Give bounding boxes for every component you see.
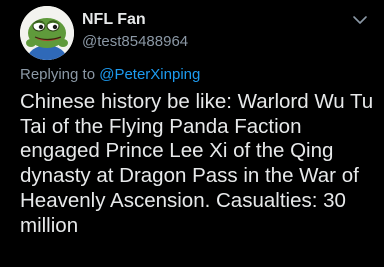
- reply-context-prefix: Replying to: [20, 66, 96, 83]
- tweet-text-line: Chinese history be like: Warlord Wu Tu: [20, 90, 374, 113]
- user-avatar[interactable]: [20, 6, 74, 60]
- tweet-text-line: million: [20, 213, 79, 237]
- reply-mention-link[interactable]: @PeterXinping: [99, 66, 200, 83]
- tweet-text: Chinese history be like: Warlord Wu Tu T…: [20, 90, 380, 238]
- tweet-text-line: engaged Prince Lee Xi of the Qing: [20, 139, 334, 163]
- pepe-frog-avatar-icon: [20, 6, 74, 60]
- tweet-text-line: dynasty at Dragon Pass in the War of: [20, 164, 359, 188]
- tweet-card: NFL Fan @test85488964 Replying to @Peter…: [0, 0, 384, 267]
- chevron-down-icon: [353, 16, 367, 24]
- more-options-button[interactable]: [350, 12, 370, 28]
- display-name[interactable]: NFL Fan: [82, 11, 146, 29]
- tweet-text-line: Tai of the Flying Panda Faction: [20, 114, 302, 138]
- reply-context: Replying to @PeterXinping: [20, 66, 200, 83]
- tweet-text-line: Heavenly Ascension. Casualties: 30: [20, 188, 346, 212]
- user-handle[interactable]: @test85488964: [82, 33, 188, 50]
